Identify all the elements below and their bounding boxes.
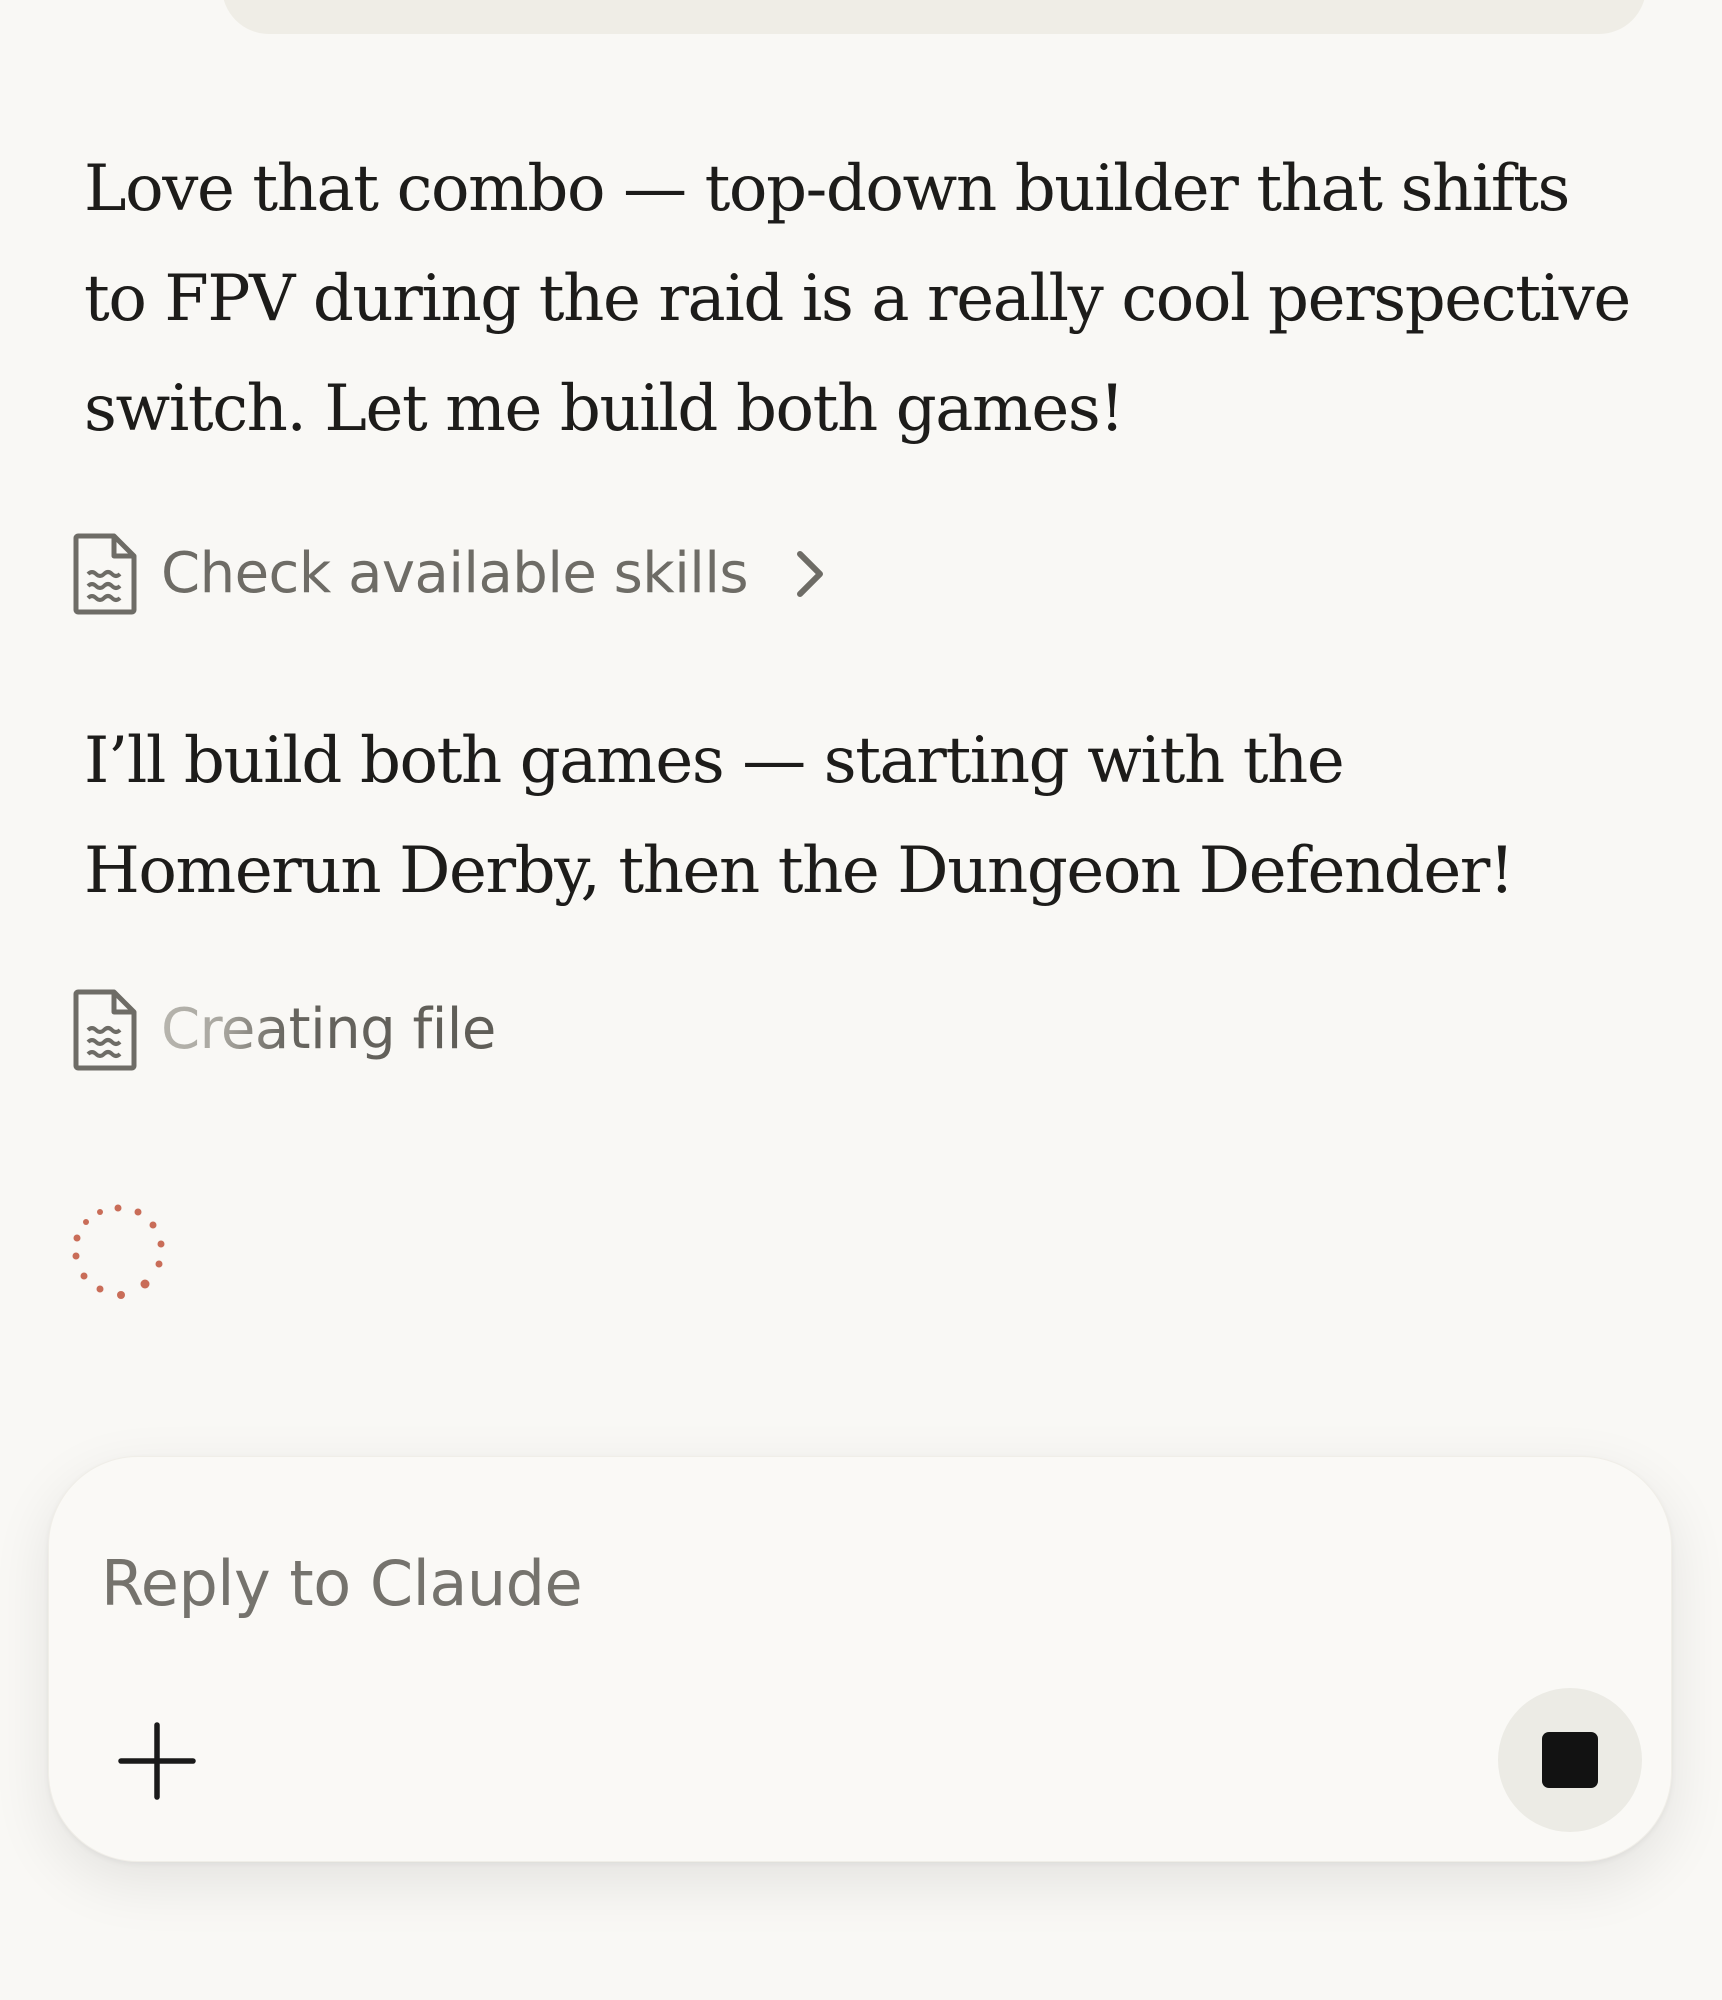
- spinner-icon: [72, 1204, 165, 1299]
- previous-user-message-bubble: [222, 0, 1646, 34]
- document-icon: [73, 989, 137, 1071]
- reply-input[interactable]: [101, 1533, 1601, 1633]
- assistant-message-text: I’ll build both games — starting with th…: [84, 724, 1515, 908]
- stop-generation-button[interactable]: [1498, 1688, 1642, 1832]
- tool-call-check-skills[interactable]: Check available skills: [70, 532, 830, 616]
- tool-call-creating-file: Creating file: [70, 988, 496, 1072]
- assistant-message-text: Love that combo — top-down builder that …: [84, 152, 1631, 446]
- reply-composer: [48, 1456, 1672, 1862]
- tool-call-status-label: Creating file: [161, 988, 496, 1072]
- tool-call-label: Check available skills: [161, 541, 749, 606]
- chevron-right-icon: [797, 551, 824, 597]
- add-attachment-button[interactable]: [105, 1709, 209, 1813]
- stop-icon: [1542, 1732, 1598, 1788]
- plus-icon: [118, 1722, 196, 1800]
- document-icon: [73, 533, 137, 615]
